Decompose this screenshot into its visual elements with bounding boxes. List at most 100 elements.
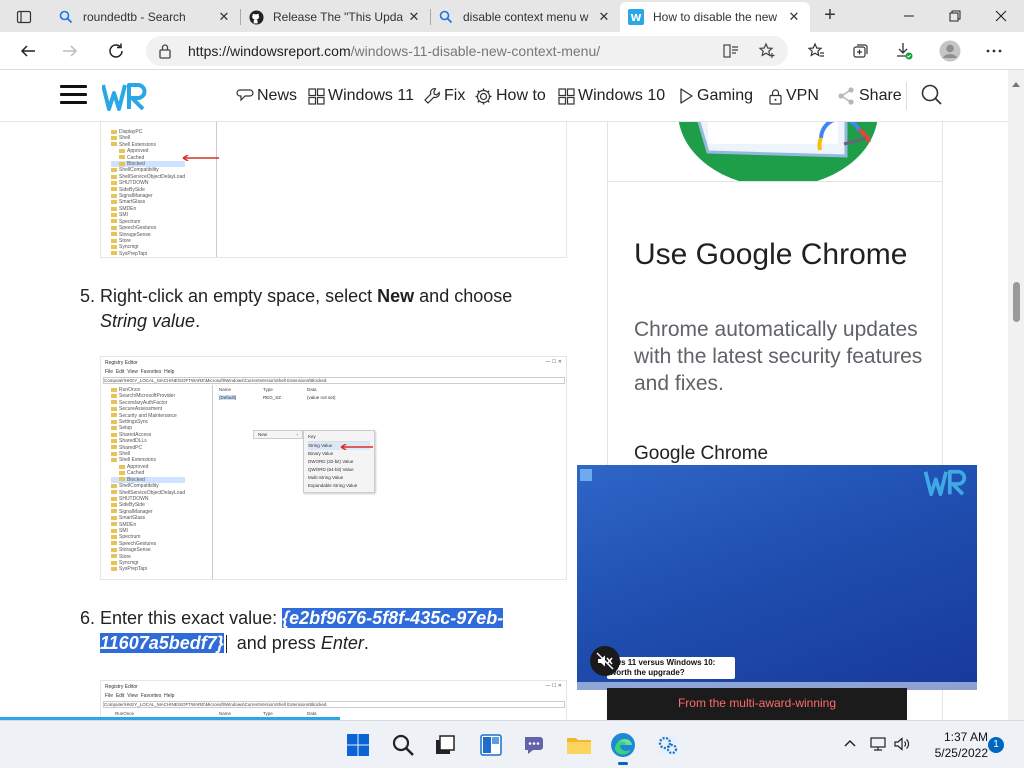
regedit-col-name: Name (219, 387, 232, 392)
close-icon[interactable]: ✕ (596, 9, 612, 25)
taskbar-search-button[interactable] (389, 731, 417, 759)
page-scrollbar[interactable] (1008, 70, 1024, 720)
search-icon[interactable] (920, 83, 944, 112)
address-bar[interactable]: https://windowsreport.com/windows-11-dis… (146, 36, 788, 66)
tab-disable-context-menu-search[interactable]: disable context menu w ✕ (430, 2, 620, 32)
windowsreport-icon: W (628, 9, 644, 25)
start-button[interactable] (344, 731, 372, 759)
edge-browser-button[interactable] (609, 731, 637, 765)
nav-windows-10[interactable]: Windows 10 (558, 84, 665, 108)
taskbar-clock[interactable]: 1:37 AM 5/25/2022 (920, 729, 988, 761)
windows-grid-icon (558, 87, 575, 105)
step-text: and press (231, 633, 321, 653)
notification-badge[interactable]: 1 (988, 737, 1004, 753)
volume-button[interactable] (893, 735, 911, 758)
regedit-col-type: Type (263, 711, 273, 716)
forward-arrow-icon (63, 45, 78, 57)
context-new-label: New (258, 432, 268, 437)
new-tab-button[interactable]: + (818, 4, 842, 28)
registry-tree: RunOnce Search/MicrosoftProvider Secondary… (111, 387, 186, 573)
nav-vpn[interactable]: VPN (768, 84, 819, 108)
clock-time: 1:37 AM (943, 730, 988, 744)
teams-chat-button[interactable] (520, 731, 548, 759)
regedit-path: Computer\HKEY_LOCAL_MACHINE\SOFTWARE\Mic… (103, 377, 565, 384)
restore-button[interactable] (932, 0, 978, 32)
text-cursor-icon (225, 635, 230, 654)
downloads-button[interactable] (890, 37, 918, 65)
registry-screenshot-2: Registry Editor — ☐ ✕ File Edit View Fav… (100, 356, 567, 580)
show-hidden-icons-button[interactable] (842, 735, 858, 756)
nav-news[interactable]: News (236, 84, 297, 108)
nav-windows-11[interactable]: Windows 11 (308, 84, 414, 108)
folder-icon (567, 738, 591, 754)
profile-button[interactable] (936, 37, 964, 65)
nav-label: Share (859, 87, 902, 104)
tab-actions-button[interactable] (8, 6, 40, 28)
chat-bubble-icon (236, 88, 254, 104)
registry-tree: DisplayPC Shell Shell Extensions Approved Ca… (111, 129, 186, 257)
scrollbar-thumb[interactable] (1013, 282, 1020, 322)
minimize-button[interactable] (886, 0, 932, 32)
nav-how-to[interactable]: How to (474, 84, 546, 108)
mute-button[interactable] (590, 646, 620, 676)
video-caption: ows 11 versus Windows 10: worth the upgr… (607, 657, 735, 679)
site-header: News Windows 11 Fix How to Windows 10 Ga… (0, 70, 1008, 122)
avatar-icon (939, 40, 961, 62)
regedit-col-data: Data (307, 387, 317, 392)
windows-taskbar: 1:37 AM 5/25/2022 1 (0, 720, 1024, 768)
task-view-button[interactable] (431, 731, 459, 759)
close-icon[interactable]: ✕ (216, 9, 232, 25)
reader-view-icon[interactable] (722, 42, 740, 65)
add-favorite-icon[interactable] (758, 42, 776, 65)
collections-button[interactable] (846, 37, 874, 65)
network-button[interactable] (869, 735, 887, 758)
site-logo[interactable] (101, 82, 150, 119)
svg-text:W: W (630, 13, 641, 24)
step-italic: Enter (320, 633, 364, 653)
regedit-window-controls: — ☐ ✕ (545, 359, 562, 365)
highlighted-value[interactable]: 11607a5bedf7} (100, 633, 224, 653)
plus-icon: + (824, 4, 836, 26)
ad-brand: Google Chrome (634, 443, 769, 464)
back-arrow-icon (20, 45, 35, 57)
regedit-tree-item: RunOnce (115, 711, 135, 716)
nav-gaming[interactable]: Gaming (678, 84, 753, 108)
scroll-up-icon[interactable] (1012, 74, 1020, 92)
tab-github-release[interactable]: Release The "This Upda ✕ (240, 2, 430, 32)
back-button[interactable] (14, 37, 42, 65)
nav-fix[interactable]: Fix (423, 84, 465, 108)
menu-hamburger-icon[interactable] (60, 85, 87, 105)
close-icon[interactable]: ✕ (786, 9, 802, 25)
file-explorer-button[interactable] (565, 731, 593, 759)
app-button[interactable] (654, 731, 682, 759)
floating-video-player[interactable]: ows 11 versus Windows 10: worth the upgr… (577, 465, 977, 690)
caption-line: worth the upgrade? (610, 668, 685, 677)
play-icon (678, 87, 694, 105)
refresh-button[interactable] (102, 37, 130, 65)
tab-actions-icon (16, 10, 32, 24)
github-icon (248, 9, 264, 25)
step-number: 5. (80, 286, 96, 306)
widgets-button[interactable] (477, 731, 505, 759)
settings-more-button[interactable] (980, 37, 1008, 65)
close-icon[interactable]: ✕ (406, 9, 422, 25)
nav-share[interactable]: Share (836, 84, 902, 108)
registry-tree-item: SysPrepTapi (111, 566, 185, 572)
widgets-icon (480, 734, 502, 756)
highlighted-value[interactable]: {e2bf9676-5f8f-435c-97eb- (282, 608, 504, 628)
close-window-button[interactable] (978, 0, 1024, 32)
regedit-row-data: (value not set) (307, 395, 336, 400)
forward-button[interactable] (56, 37, 84, 65)
task-view-icon (436, 735, 455, 754)
edge-icon (611, 733, 635, 757)
registry-screenshot-1: DisplayPC Shell Shell Extensions Approved Ca… (100, 122, 567, 258)
step-text: . (363, 633, 369, 653)
step-6: 6. Enter this exact value: {e2bf9676-5f8… (80, 606, 560, 656)
favorites-button[interactable] (802, 37, 830, 65)
ad-banner[interactable]: From the multi-award-winning (607, 688, 907, 720)
windows-logo-icon (347, 734, 369, 756)
tab-how-to-disable[interactable]: W How to disable the new ✕ (620, 2, 810, 32)
tab-roundedtb-search[interactable]: roundedtb - Search ✕ (50, 2, 240, 32)
nav-label: Windows 11 (328, 87, 414, 104)
registry-tree-item: SysPrepTapi (111, 251, 185, 257)
